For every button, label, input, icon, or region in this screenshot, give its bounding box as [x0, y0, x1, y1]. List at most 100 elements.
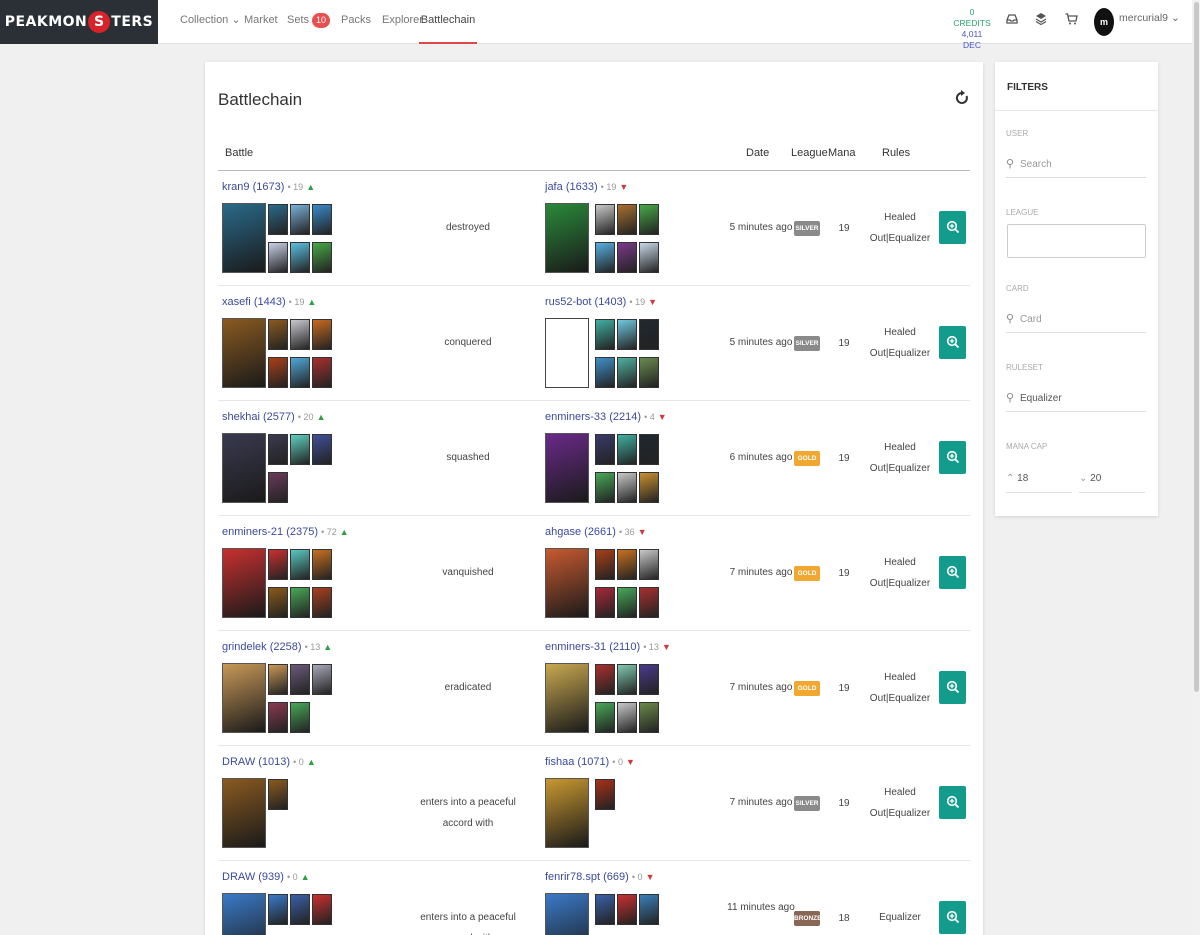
nav-market[interactable]: Market	[244, 0, 278, 44]
monster-card-image[interactable]	[617, 319, 637, 350]
avatar[interactable]: m	[1094, 8, 1114, 36]
player1-link[interactable]: xasefi (1443) • 19 ▲	[222, 296, 316, 308]
monster-card-image[interactable]	[617, 894, 637, 925]
player2-link[interactable]: rus52-bot (1403) • 19 ▼	[545, 296, 657, 308]
view-battle-button[interactable]	[939, 211, 966, 244]
monster-card-image[interactable]	[290, 357, 310, 388]
nav-explorer[interactable]: Explorer	[382, 0, 423, 44]
view-battle-button[interactable]	[939, 441, 966, 474]
mana-max-input[interactable]: ⌄ 20	[1079, 465, 1145, 493]
player1-link[interactable]: grindelek (2258) • 13 ▲	[222, 641, 332, 653]
monster-card-image[interactable]	[595, 319, 615, 350]
mana-min-input[interactable]: ⌃ 18	[1006, 465, 1072, 493]
monster-card-image[interactable]	[639, 587, 659, 618]
league-select[interactable]	[1007, 224, 1146, 258]
layers-icon[interactable]	[1033, 12, 1049, 30]
monster-card-image[interactable]	[312, 204, 332, 235]
view-battle-button[interactable]	[939, 671, 966, 704]
summoner-card-image[interactable]	[545, 893, 589, 935]
monster-card-image[interactable]	[595, 587, 615, 618]
monster-card-image[interactable]	[312, 894, 332, 925]
monster-card-image[interactable]	[617, 434, 637, 465]
player1-link[interactable]: enminers-21 (2375) • 72 ▲	[222, 526, 349, 538]
summoner-card-image[interactable]	[222, 318, 266, 388]
monster-card-image[interactable]	[617, 357, 637, 388]
summoner-card-image[interactable]	[545, 318, 589, 388]
view-battle-button[interactable]	[939, 556, 966, 589]
player2-link[interactable]: enminers-31 (2110) • 13 ▼	[545, 641, 671, 653]
ruleset-input[interactable]: ⚲ Equalizer	[1006, 384, 1146, 412]
user-search-input[interactable]: ⚲ Search	[1006, 150, 1146, 178]
refresh-icon[interactable]	[955, 90, 969, 111]
monster-card-image[interactable]	[595, 357, 615, 388]
monster-card-image[interactable]	[617, 587, 637, 618]
nav-collection[interactable]: Collection ⌄	[180, 0, 241, 44]
monster-card-image[interactable]	[290, 587, 310, 618]
monster-card-image[interactable]	[595, 779, 615, 810]
nav-sets[interactable]: Sets 10	[287, 0, 331, 44]
monster-card-image[interactable]	[639, 702, 659, 733]
monster-card-image[interactable]	[617, 472, 637, 503]
cart-icon[interactable]	[1063, 12, 1079, 30]
nav-battlechain[interactable]: Battlechain	[419, 0, 477, 44]
player2-link[interactable]: fishaa (1071) • 0 ▼	[545, 756, 635, 768]
monster-card-image[interactable]	[268, 319, 288, 350]
summoner-card-image[interactable]	[222, 663, 266, 733]
monster-card-image[interactable]	[595, 894, 615, 925]
monster-card-image[interactable]	[268, 434, 288, 465]
monster-card-image[interactable]	[639, 664, 659, 695]
view-battle-button[interactable]	[939, 901, 966, 934]
monster-card-image[interactable]	[268, 472, 288, 503]
summoner-card-image[interactable]	[545, 203, 589, 273]
monster-card-image[interactable]	[312, 242, 332, 273]
summoner-card-image[interactable]	[222, 893, 266, 935]
monster-card-image[interactable]	[312, 357, 332, 388]
monster-card-image[interactable]	[268, 779, 288, 810]
monster-card-image[interactable]	[639, 434, 659, 465]
monster-card-image[interactable]	[595, 549, 615, 580]
player1-link[interactable]: shekhai (2577) • 20 ▲	[222, 411, 326, 423]
monster-card-image[interactable]	[268, 204, 288, 235]
monster-card-image[interactable]	[639, 894, 659, 925]
monster-card-image[interactable]	[595, 472, 615, 503]
monster-card-image[interactable]	[595, 204, 615, 235]
player2-link[interactable]: jafa (1633) • 19 ▼	[545, 181, 628, 193]
player2-link[interactable]: enminers-33 (2214) • 4 ▼	[545, 411, 667, 423]
monster-card-image[interactable]	[268, 587, 288, 618]
monster-card-image[interactable]	[639, 319, 659, 350]
monster-card-image[interactable]	[290, 549, 310, 580]
monster-card-image[interactable]	[639, 242, 659, 273]
monster-card-image[interactable]	[268, 702, 288, 733]
monster-card-image[interactable]	[290, 434, 310, 465]
summoner-card-image[interactable]	[222, 433, 266, 503]
summoner-card-image[interactable]	[545, 663, 589, 733]
monster-card-image[interactable]	[595, 242, 615, 273]
peakmonsters-logo[interactable]: PEAKMON S TERS	[0, 0, 158, 44]
monster-card-image[interactable]	[617, 702, 637, 733]
monster-card-image[interactable]	[268, 242, 288, 273]
monster-card-image[interactable]	[617, 204, 637, 235]
monster-card-image[interactable]	[290, 702, 310, 733]
monster-card-image[interactable]	[312, 434, 332, 465]
player1-link[interactable]: DRAW (939) • 0 ▲	[222, 871, 310, 883]
monster-card-image[interactable]	[290, 319, 310, 350]
monster-card-image[interactable]	[268, 549, 288, 580]
monster-card-image[interactable]	[268, 664, 288, 695]
monster-card-image[interactable]	[290, 242, 310, 273]
monster-card-image[interactable]	[639, 204, 659, 235]
monster-card-image[interactable]	[639, 357, 659, 388]
inbox-icon[interactable]	[1004, 12, 1020, 30]
monster-card-image[interactable]	[617, 664, 637, 695]
user-menu[interactable]: mercurial9 ⌄	[1119, 12, 1180, 24]
view-battle-button[interactable]	[939, 326, 966, 359]
scrollbar-thumb[interactable]	[1194, 2, 1199, 692]
monster-card-image[interactable]	[312, 319, 332, 350]
balance[interactable]: 0 CREDITS 4,011 DEC	[952, 7, 992, 51]
summoner-card-image[interactable]	[545, 778, 589, 848]
summoner-card-image[interactable]	[545, 433, 589, 503]
card-search-input[interactable]: ⚲ Card	[1006, 305, 1146, 333]
nav-packs[interactable]: Packs	[341, 0, 371, 44]
view-battle-button[interactable]	[939, 786, 966, 819]
summoner-card-image[interactable]	[222, 548, 266, 618]
monster-card-image[interactable]	[268, 894, 288, 925]
